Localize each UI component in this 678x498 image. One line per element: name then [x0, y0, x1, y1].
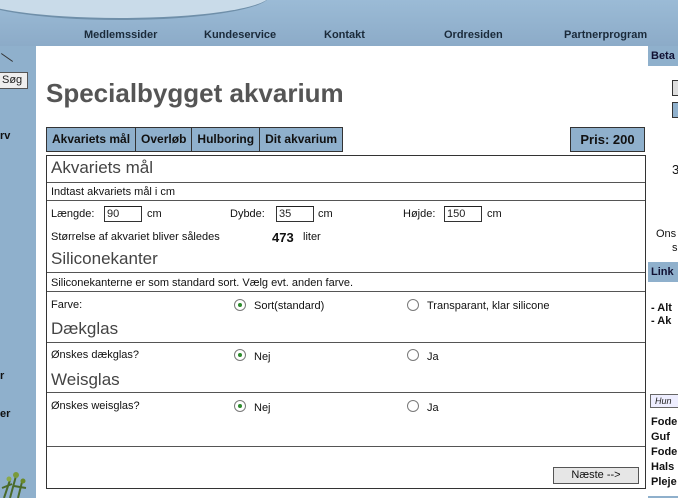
left-sidebar: Søg rv r er — [0, 46, 36, 498]
weir-glass-question: Ønskes weisglas? — [51, 400, 140, 412]
size-text: Størrelse af akvariet bliver således — [51, 231, 220, 243]
tab-akvariets-maal[interactable]: Akvariets mål — [46, 127, 136, 152]
weir-yes-label: Ja — [427, 402, 439, 414]
category-link[interactable]: Fode — [651, 416, 677, 428]
nav-kontakt[interactable]: Kontakt — [324, 29, 365, 41]
next-button[interactable]: Næste --> — [553, 467, 639, 484]
color-label: Farve: — [51, 299, 83, 311]
sidebar-text-fragment[interactable]: er — [0, 408, 10, 420]
links-heading: Link — [651, 266, 674, 278]
divider — [47, 291, 645, 292]
divider — [47, 200, 645, 201]
category-box: Hun — [650, 394, 678, 408]
length-unit: cm — [147, 208, 162, 220]
right-link[interactable]: - Ak — [651, 315, 671, 327]
section-heading-dimensions: Akvariets mål — [51, 158, 154, 177]
sidebar-text-fragment[interactable]: rv — [0, 130, 10, 142]
depth-input[interactable]: 35 — [276, 206, 314, 222]
page-title: Specialbygget akvarium — [46, 78, 344, 108]
top-banner: Medlemssider Kundeservice Kontakt Ordres… — [0, 0, 678, 46]
nav-medlemssider[interactable]: Medlemssider — [84, 29, 157, 41]
divider — [47, 446, 645, 447]
payment-icon — [672, 80, 678, 96]
category-link[interactable]: Pleje — [651, 476, 677, 488]
logo-swoosh — [0, 0, 270, 20]
divider — [47, 182, 645, 183]
section-heading-silicone: Siliconekanter — [51, 249, 158, 268]
radio-transparent-silicone[interactable] — [407, 299, 419, 311]
height-label: Højde: — [403, 208, 436, 220]
section-heading-weir-glass: Weisglas — [51, 370, 120, 389]
right-fragment: s — [672, 242, 678, 254]
depth-label: Dybde: — [230, 208, 265, 220]
arrow-icon — [0, 52, 14, 64]
height-unit: cm — [487, 208, 502, 220]
price-badge: Pris: 200 — [570, 127, 645, 152]
radio-weir-yes[interactable] — [407, 400, 419, 412]
payment-icon — [672, 102, 678, 118]
depth-unit: cm — [318, 208, 333, 220]
dimensions-instruction: Indtast akvariets mål i cm — [51, 186, 176, 198]
right-panel-top: 3 Ons s — [648, 66, 678, 262]
cover-yes-label: Ja — [427, 351, 439, 363]
silicone-instruction: Siliconekanterne er som standard sort. V… — [51, 277, 354, 289]
nav-ordresiden[interactable]: Ordresiden — [444, 29, 503, 41]
category-link[interactable]: Fode — [651, 446, 677, 458]
divider — [47, 272, 645, 273]
divider — [47, 342, 645, 343]
nav-partnerprogram[interactable]: Partnerprogram — [564, 29, 647, 41]
sidebar-text-fragment[interactable]: r — [0, 370, 4, 382]
right-panel-heading: Beta — [648, 46, 678, 66]
radio-weir-no[interactable] — [234, 400, 246, 412]
right-fragment: Ons — [656, 228, 677, 240]
cover-glass-question: Ønskes dækglas? — [51, 349, 140, 361]
divider — [47, 392, 645, 393]
length-label: Længde: — [51, 208, 95, 220]
right-sidebar: Beta 3 Ons s Link - Alt - Ak Hun Fode Gu… — [648, 46, 678, 498]
tab-hulboring[interactable]: Hulboring — [191, 127, 260, 152]
tab-bar: Akvariets mål Overløb Hulboring Dit akva… — [46, 127, 344, 152]
nav-kundeservice[interactable]: Kundeservice — [204, 29, 276, 41]
tab-dit-akvarium[interactable]: Dit akvarium — [259, 127, 344, 152]
option-black-label: Sort(standard) — [254, 300, 325, 312]
search-button[interactable]: Søg — [0, 72, 28, 89]
right-fragment: 3 — [672, 162, 678, 177]
weir-no-label: Nej — [254, 402, 271, 414]
plant-icon — [1, 472, 27, 498]
tab-overloeb[interactable]: Overløb — [135, 127, 192, 152]
radio-black-silicone[interactable] — [234, 299, 246, 311]
aquarium-form: Akvariets mål Indtast akvariets mål i cm… — [46, 155, 646, 489]
radio-cover-no[interactable] — [234, 349, 246, 361]
category-link[interactable]: Hals — [651, 461, 674, 473]
size-unit: liter — [303, 231, 321, 243]
right-link[interactable]: - Alt — [651, 302, 672, 314]
cover-no-label: Nej — [254, 351, 271, 363]
category-link[interactable]: Guf — [651, 431, 670, 443]
section-heading-cover-glass: Dækglas — [51, 319, 119, 338]
radio-cover-yes[interactable] — [407, 349, 419, 361]
size-value: 473 — [272, 230, 294, 245]
height-input[interactable]: 150 — [444, 206, 482, 222]
main-content: Specialbygget akvarium Akvariets mål Ove… — [36, 46, 648, 498]
length-input[interactable]: 90 — [104, 206, 142, 222]
right-panel-links: - Alt - Ak Hun Fode Guf Fode Hals Pleje — [648, 282, 678, 496]
main-navigation: Medlemssider Kundeservice Kontakt Ordres… — [0, 29, 678, 43]
option-transparent-label: Transparant, klar silicone — [427, 300, 550, 312]
